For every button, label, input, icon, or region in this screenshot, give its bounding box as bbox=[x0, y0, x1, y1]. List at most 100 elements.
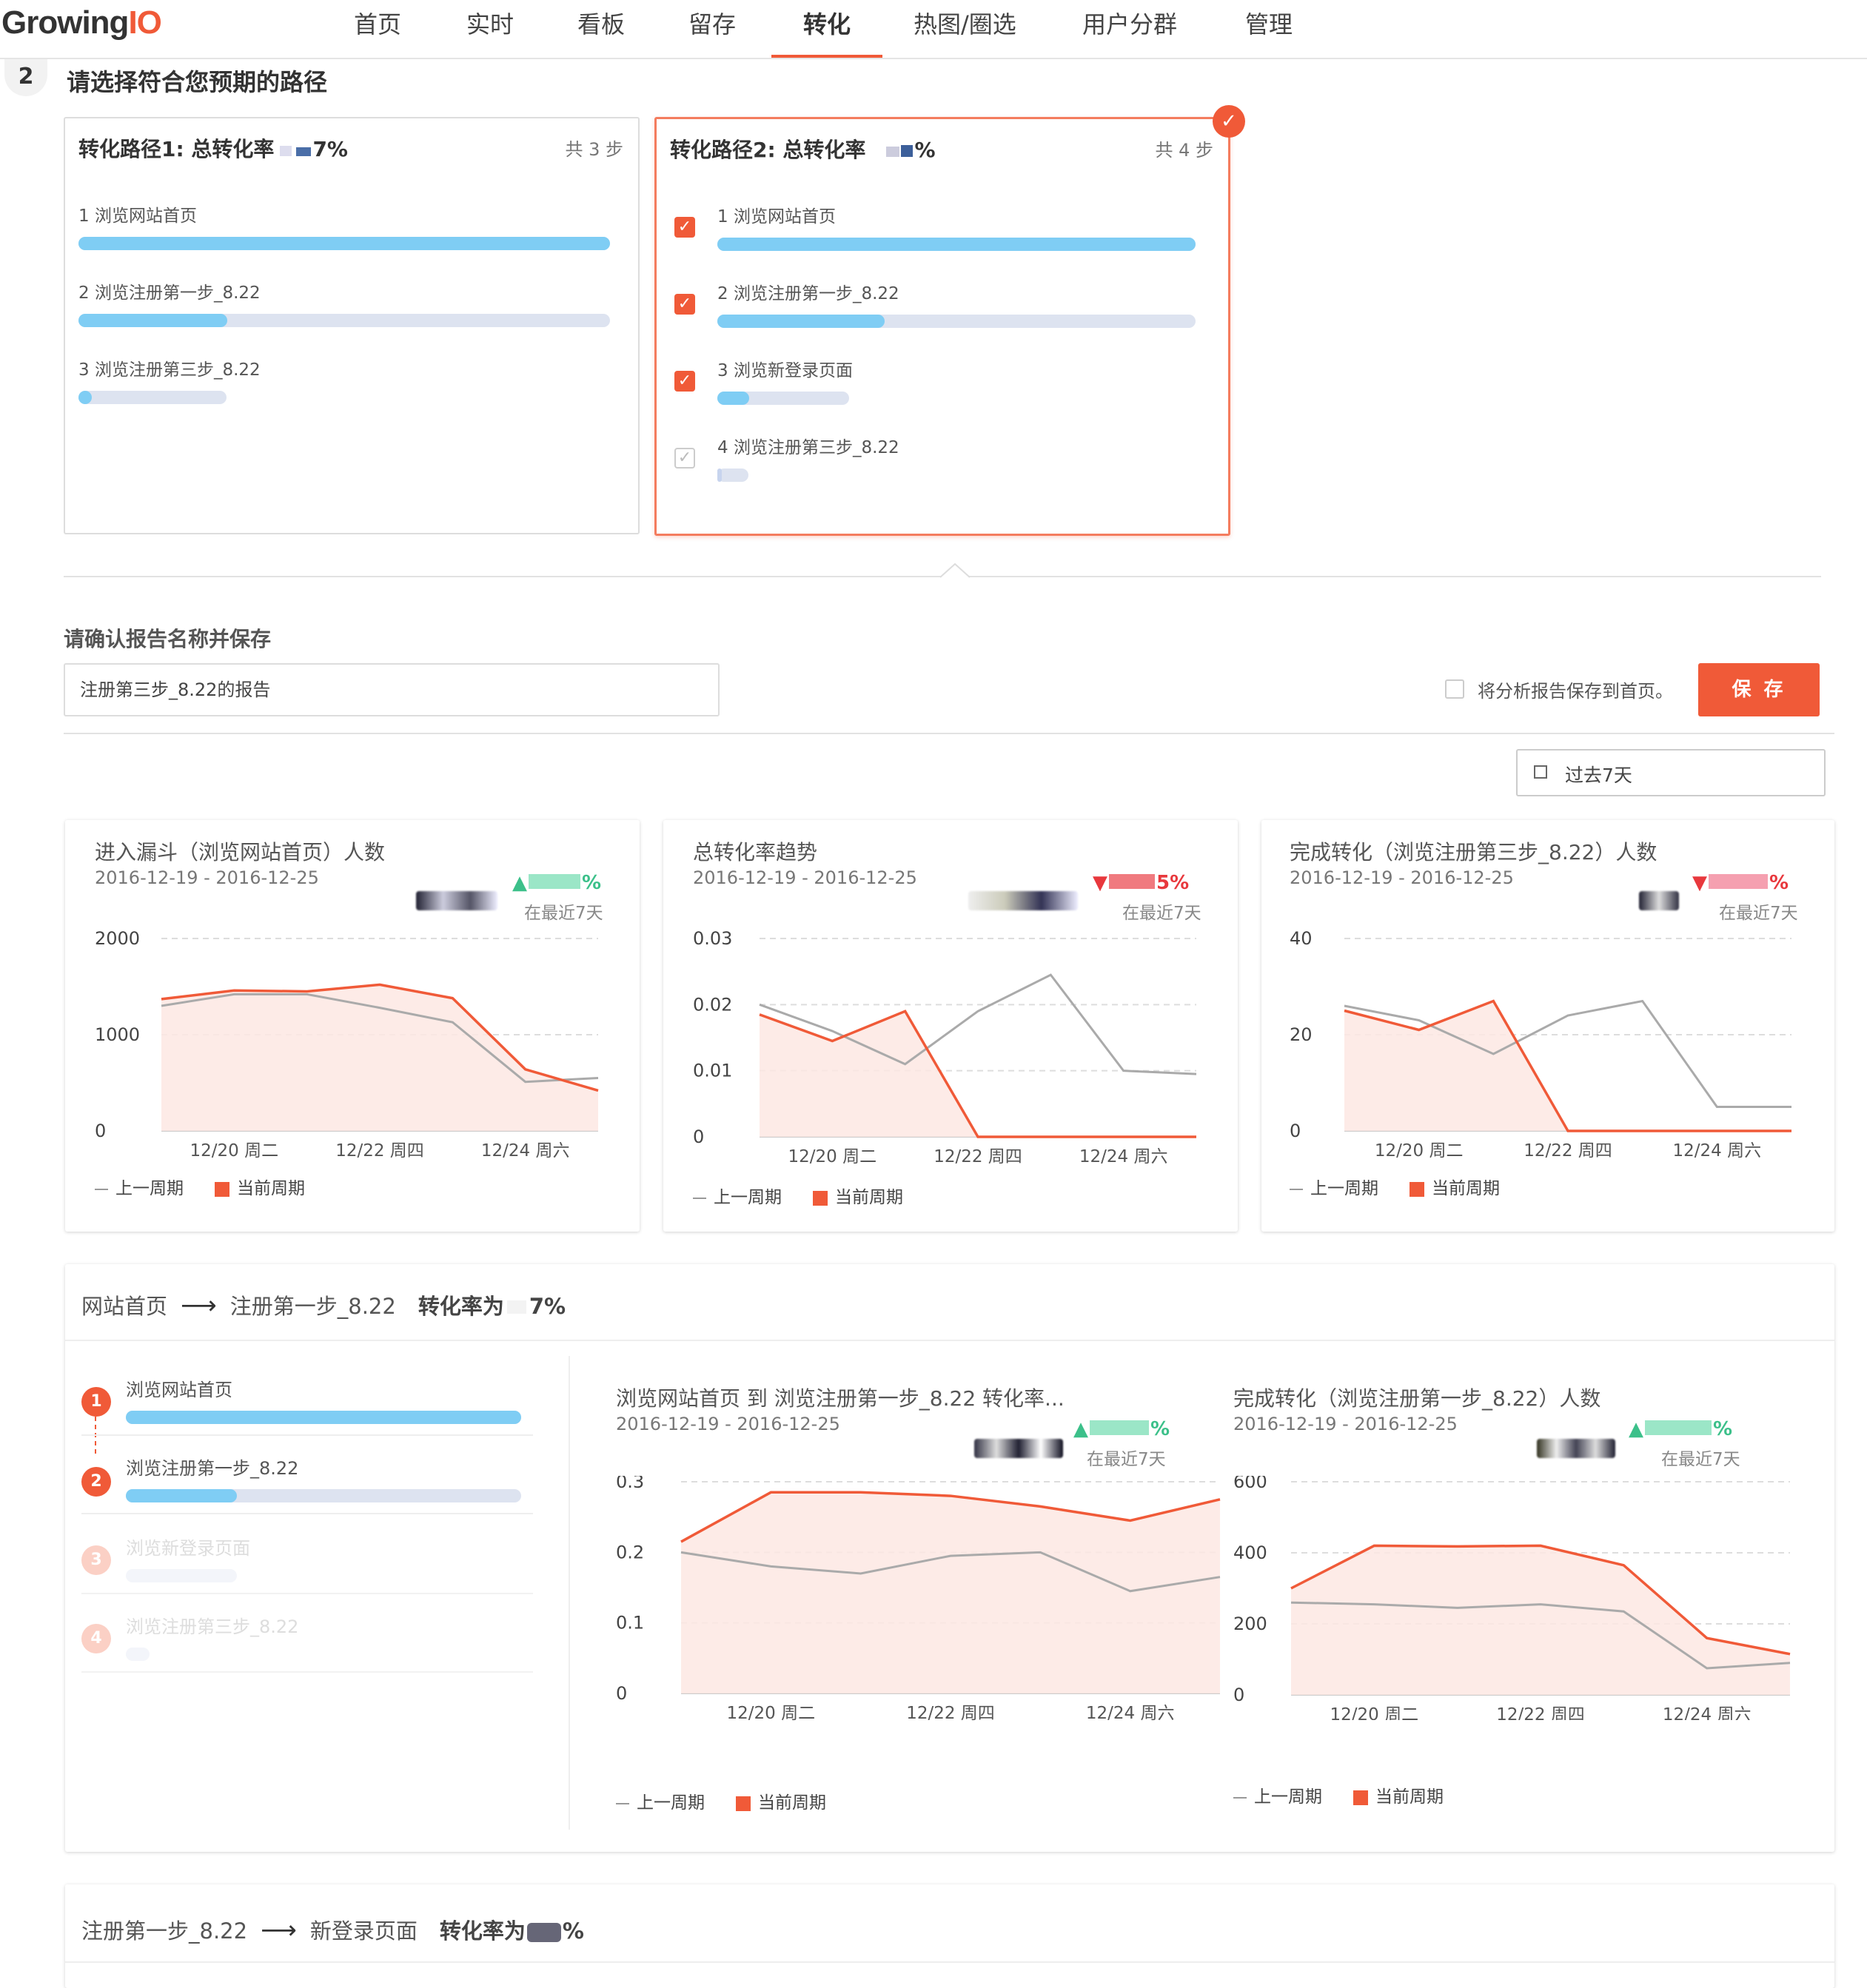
chart-change-indicator: ▼% bbox=[1692, 872, 1789, 894]
funnel-step-bar bbox=[126, 1648, 150, 1661]
chart-title: 进入漏斗（浏览网站首页）人数 bbox=[95, 836, 385, 866]
y-tick-label: 0.01 bbox=[693, 1061, 732, 1081]
path-step-label: 4 浏览注册第三步_8.22 bbox=[717, 433, 899, 458]
legend-prev-period: 上一周期 bbox=[1254, 1787, 1322, 1807]
x-tick-label: 12/24 周六 bbox=[1086, 1704, 1175, 1723]
x-tick-label: 12/20 周二 bbox=[788, 1147, 877, 1166]
current-period-area bbox=[1344, 1001, 1791, 1132]
chart-recent-label: 在最近7天 bbox=[1719, 899, 1798, 924]
chart-title: 总转化率趋势 bbox=[693, 836, 817, 866]
path-step-label: 3 浏览新登录页面 bbox=[717, 356, 853, 381]
funnel-step-bar bbox=[126, 1411, 521, 1424]
y-tick-label: 0.2 bbox=[616, 1542, 644, 1562]
funnel-step-label: 浏览注册第三步_8.22 bbox=[126, 1612, 298, 1638]
calendar-icon bbox=[1534, 765, 1547, 779]
chart-date-range: 2016-12-19 - 2016-12-25 bbox=[693, 867, 917, 888]
arrow-right-icon: ⟶ bbox=[181, 1291, 217, 1320]
funnel-step-label: 浏览网站首页 bbox=[126, 1375, 232, 1401]
x-tick-label: 12/24 周六 bbox=[1663, 1705, 1752, 1720]
chart-area: 01000200012/20 周二12/22 周四12/24 周六 bbox=[65, 931, 640, 1168]
nav-retention[interactable]: 留存 bbox=[680, 7, 745, 58]
path-step-label: 2 浏览注册第一步_8.22 bbox=[717, 279, 899, 304]
x-tick-label: 12/22 周四 bbox=[906, 1704, 995, 1723]
nav-dashboard[interactable]: 看板 bbox=[569, 7, 634, 58]
step-checkbox-checked[interactable]: ✓ bbox=[674, 371, 695, 392]
chart-change-indicator: ▼5% bbox=[1093, 872, 1189, 894]
chart-area: 0 0.1 0.2 0.3 12/20 周二 12/22 周四 12/24 周六 bbox=[583, 1476, 1242, 1727]
divider bbox=[64, 733, 1834, 734]
y-tick-label: 0 bbox=[693, 1126, 704, 1147]
section-header: 网站首页⟶注册第一步_8.22转化率为7% bbox=[81, 1289, 566, 1320]
blurred-value bbox=[1639, 891, 1679, 910]
chart-legend: 上一周期当前周期 bbox=[1233, 1782, 1444, 1807]
save-to-home-checkbox[interactable] bbox=[1445, 679, 1464, 699]
funnel-step-2[interactable]: 2 浏览注册第一步_8.22 bbox=[65, 1454, 524, 1528]
chart-legend: 上一周期当前周期 bbox=[616, 1788, 826, 1813]
step-number-badge: 2 bbox=[4, 59, 47, 96]
date-range-select[interactable]: 过去7天 bbox=[1516, 749, 1826, 796]
chart-recent-label: 在最近7天 bbox=[1661, 1445, 1740, 1470]
x-tick-label: 12/20 周二 bbox=[1330, 1705, 1419, 1720]
funnel-step-1[interactable]: 1 浏览网站首页 bbox=[65, 1375, 524, 1449]
x-tick-label: 12/24 周六 bbox=[481, 1141, 570, 1161]
y-tick-label: 2000 bbox=[95, 931, 140, 949]
x-tick-label: 12/20 周二 bbox=[727, 1704, 816, 1723]
path-step-label: 1 浏览网站首页 bbox=[717, 202, 836, 227]
chart-area: 00.010.020.0312/20 周二12/22 周四12/24 周六 bbox=[663, 931, 1238, 1175]
funnel-step-4[interactable]: 4 浏览注册第三步_8.22 bbox=[65, 1612, 524, 1686]
funnel-step-3[interactable]: 3 浏览新登录页面 bbox=[65, 1534, 524, 1608]
nav-manage[interactable]: 管理 bbox=[1236, 7, 1301, 58]
report-name-input[interactable]: 注册第三步_8.22的报告 bbox=[64, 663, 720, 716]
chart-title: 完成转化（浏览注册第一步_8.22）人数 bbox=[1233, 1383, 1600, 1412]
nav-realtime[interactable]: 实时 bbox=[457, 7, 523, 58]
y-tick-label: 400 bbox=[1233, 1542, 1267, 1563]
blurred-value bbox=[1537, 1439, 1615, 1458]
y-tick-label: 0 bbox=[616, 1683, 627, 1704]
step-title: 请选择符合您预期的路径 bbox=[67, 64, 327, 98]
chart-area: 0204012/20 周二12/22 周四12/24 周六 bbox=[1261, 931, 1834, 1168]
step-checkbox-checked[interactable]: ✓ bbox=[674, 217, 695, 238]
x-tick-label: 12/22 周四 bbox=[335, 1141, 424, 1161]
growingio-logo[interactable]: GrowingIO bbox=[1, 4, 161, 41]
chart-title: 完成转化（浏览注册第三步_8.22）人数 bbox=[1290, 836, 1657, 866]
chart-change-indicator: ▲% bbox=[512, 872, 601, 894]
x-tick-label: 12/20 周二 bbox=[1375, 1141, 1464, 1161]
path-card-title: 转化路径1: 总转化率7% bbox=[78, 133, 348, 163]
current-period-area bbox=[1291, 1545, 1790, 1695]
logo-text: Growing bbox=[1, 4, 128, 41]
current-period-area bbox=[161, 984, 598, 1131]
y-tick-label: 1000 bbox=[95, 1024, 140, 1045]
step-conversion-section-2: 注册第一步_8.22⟶新登录页面转化率为% bbox=[65, 1884, 1834, 1988]
y-tick-label: 0.3 bbox=[616, 1476, 644, 1492]
path-step-bar bbox=[78, 314, 610, 327]
nav-home[interactable]: 首页 bbox=[345, 7, 410, 58]
path-step-bar bbox=[717, 315, 1196, 328]
path-step-bar bbox=[78, 391, 227, 404]
nav-heatmap[interactable]: 热图/圈选 bbox=[905, 7, 1025, 58]
y-tick-label: 0.1 bbox=[616, 1613, 644, 1633]
y-tick-label: 40 bbox=[1290, 931, 1313, 949]
funnel-step-number: 1 bbox=[81, 1387, 111, 1417]
path-step-label: 3 浏览注册第三步_8.22 bbox=[78, 355, 261, 380]
legend-prev-period: 上一周期 bbox=[637, 1793, 705, 1813]
step-checkbox-checked[interactable]: ✓ bbox=[674, 294, 695, 315]
path-card-2[interactable]: 转化路径2: 总转化率% 共 4 步 ✓ 1 浏览网站首页 ✓ 2 浏览注册第一… bbox=[654, 117, 1230, 536]
path-step-label: 1 浏览网站首页 bbox=[78, 201, 197, 226]
selected-check-icon: ✓ bbox=[1213, 105, 1245, 138]
funnel-step-number: 4 bbox=[81, 1624, 111, 1653]
y-tick-label: 0 bbox=[1290, 1121, 1301, 1141]
nav-conversion[interactable]: 转化 bbox=[771, 7, 882, 58]
x-tick-label: 12/22 周四 bbox=[1524, 1141, 1612, 1161]
chart-legend: 上一周期当前周期 bbox=[1290, 1174, 1500, 1199]
path-steps-count: 共 3 步 bbox=[565, 135, 623, 161]
nav-user-segments[interactable]: 用户分群 bbox=[1073, 7, 1186, 58]
chart-date-range: 2016-12-19 - 2016-12-25 bbox=[1233, 1414, 1458, 1434]
save-button[interactable]: 保 存 bbox=[1698, 663, 1820, 716]
funnel-step-bar bbox=[126, 1489, 521, 1502]
path-step-bar bbox=[717, 392, 849, 405]
y-tick-label: 20 bbox=[1290, 1024, 1313, 1045]
step-checkbox-disabled[interactable]: ✓ bbox=[674, 448, 695, 469]
legend-current-period: 当前周期 bbox=[835, 1188, 903, 1207]
chart-recent-label: 在最近7天 bbox=[1122, 899, 1201, 924]
path-card-1[interactable]: 转化路径1: 总转化率7% 共 3 步 1 浏览网站首页 2 浏览注册第一步_8… bbox=[64, 117, 640, 534]
